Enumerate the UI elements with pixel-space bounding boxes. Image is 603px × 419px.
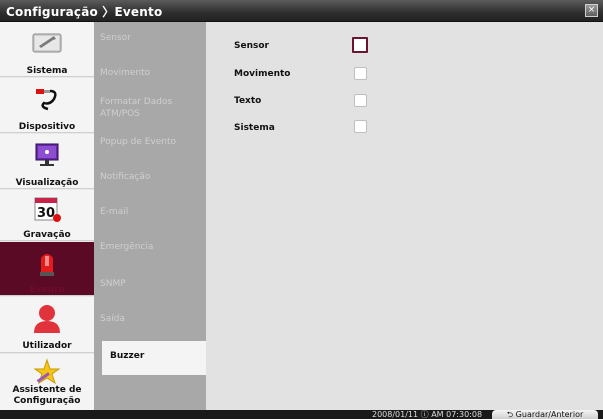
option-label-sensor: Sensor [234,41,269,51]
submenu-item-notificacao[interactable]: Notificação [100,171,200,183]
submenu-item-buzzer[interactable]: Buzzer [102,341,206,375]
calendar-day: 30 [37,206,55,221]
sidebar-item-gravacao[interactable]: 30 Gravação [0,190,94,241]
submenu-item-saida[interactable]: Saída [100,313,200,325]
sidebar-item-label: Assistente de Configuração [12,385,82,406]
submenu-item-sensor[interactable]: Sensor [100,32,200,44]
save-back-label: Guardar/Anterior [515,410,584,419]
submenu-item-emergencia[interactable]: Emergência [100,241,200,253]
sidebar-item-label: Gravação [23,230,71,240]
sidebar: Sistema Dispositivo Visualização 30 Grav… [0,22,94,410]
option-label-sistema: Sistema [234,123,275,133]
sidebar-item-dispositivo[interactable]: Dispositivo [0,78,94,133]
submenu-item-popup-evento[interactable]: Popup de Evento [100,136,200,148]
user-icon [34,305,60,333]
checkbox-sistema[interactable] [354,120,367,133]
option-label-texto: Texto [234,96,262,106]
checkbox-texto[interactable] [354,94,367,107]
sidebar-item-label: Utilizador [22,341,72,351]
return-icon: ⮌ [506,410,516,419]
main-panel: Sensor Movimento Texto Sistema [206,22,603,410]
close-button[interactable]: × [585,4,598,17]
sidebar-item-label: Visualização [15,178,79,188]
sidebar-item-evento[interactable]: Evento [0,242,94,296]
sidebar-item-visualizacao[interactable]: Visualização [0,134,94,189]
sidebar-item-label: Evento [29,285,65,295]
cable-plug-icon [36,89,57,111]
sidebar-item-sistema[interactable]: Sistema [0,22,94,77]
option-label-movimento: Movimento [234,69,291,79]
wizard-star-icon [33,358,61,385]
submenu-item-snmp[interactable]: SNMP [100,278,200,290]
sidebar-item-assistente[interactable]: Assistente de Configuração [0,354,94,410]
sidebar-item-utilizador[interactable]: Utilizador [0,297,94,353]
submenu-item-label: Buzzer [110,351,145,361]
sidebar-item-label: Dispositivo [18,122,76,132]
save-back-button[interactable]: ⮌ Guardar/Anterior [492,410,598,419]
monitor-icon [35,143,59,166]
datetime-display: 2008/01/11 ⓘ AM 07:30:08 [372,410,483,419]
page-title: Configuração 〉Evento [6,5,163,19]
sidebar-item-label: Sistema [26,66,68,76]
checkbox-movimento[interactable] [354,67,367,80]
title-bar: Configuração 〉Evento × [0,0,603,22]
submenu-item-movimento[interactable]: Movimento [100,67,200,79]
checkbox-sensor[interactable] [352,37,368,53]
siren-icon [40,254,54,276]
submenu-item-email[interactable]: E-mail [100,206,200,218]
wrench-icon [32,33,62,53]
status-bar: 2008/01/11 ⓘ AM 07:30:08 ⮌ Guardar/Anter… [0,410,603,419]
calendar-icon: 30 [34,197,61,222]
submenu-item-formatar-dados[interactable]: Formatar Dados ATM/POS [100,96,200,120]
